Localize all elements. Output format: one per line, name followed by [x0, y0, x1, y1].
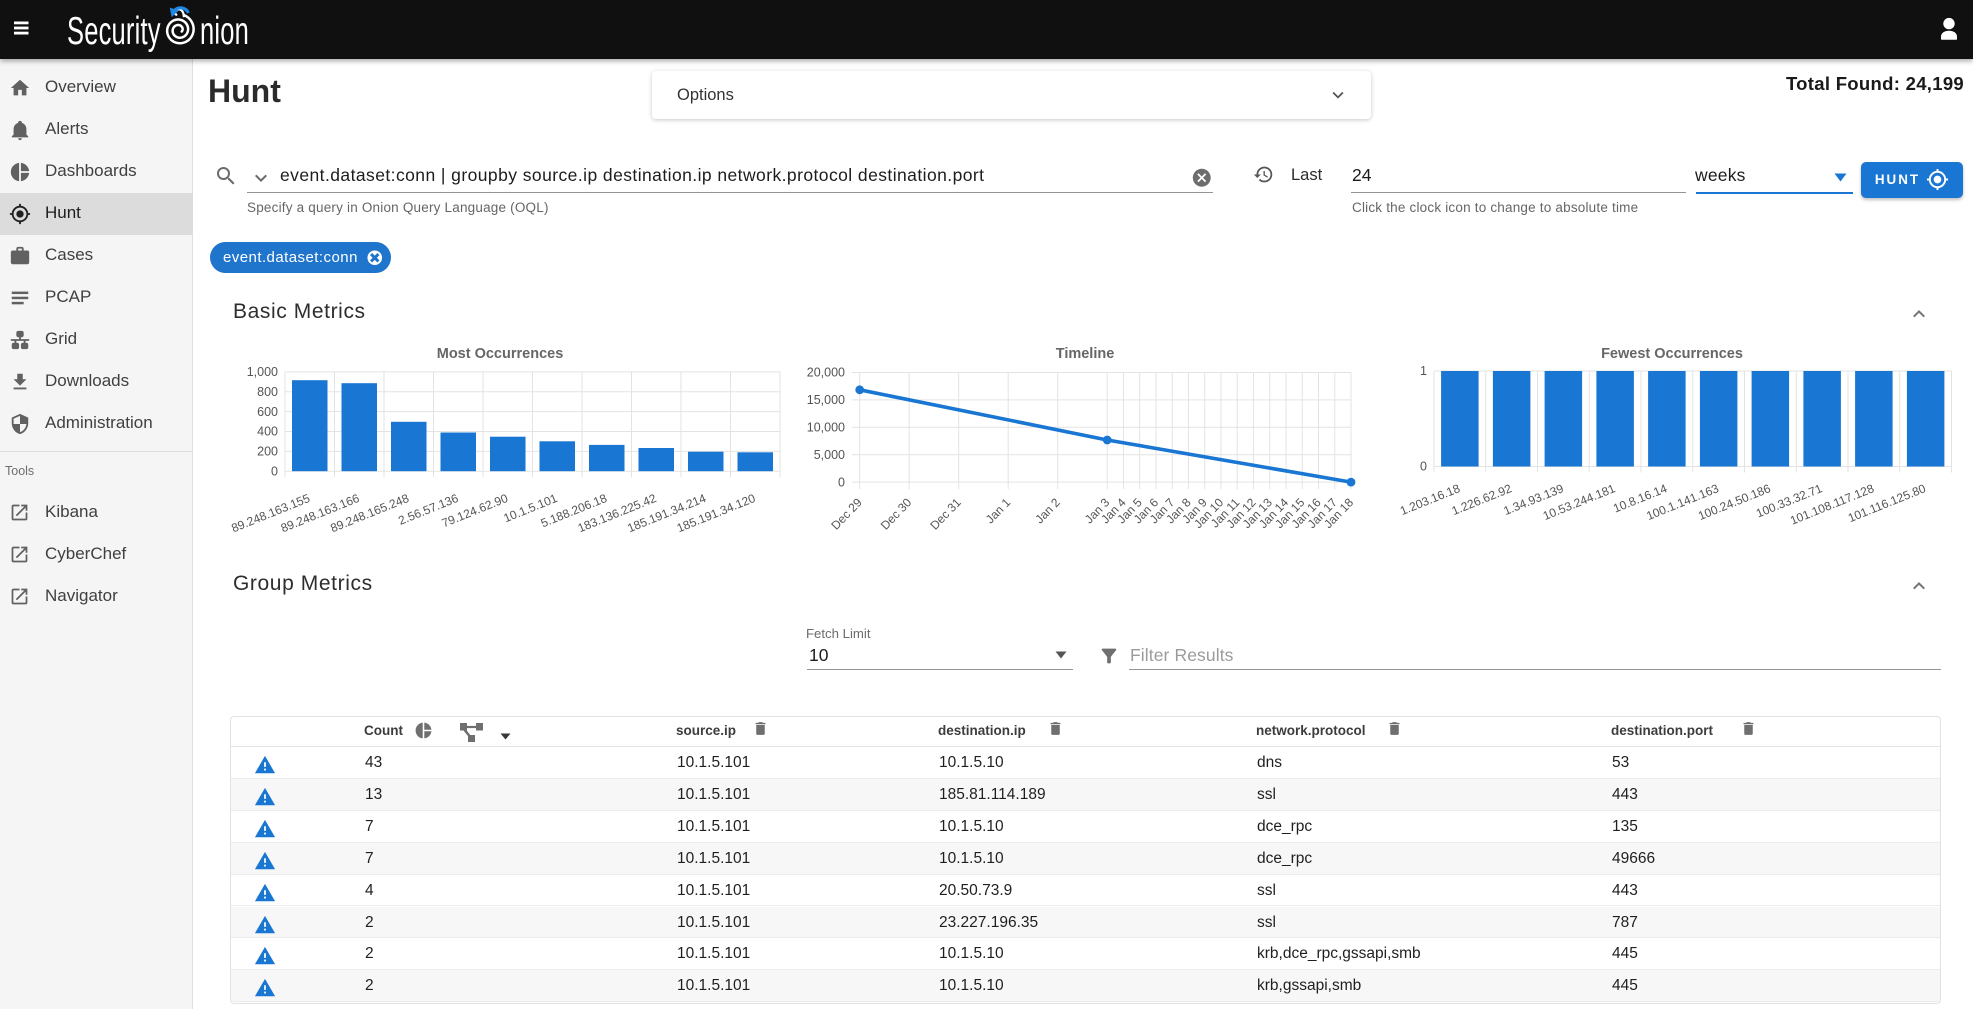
svg-text:Jan 2: Jan 2	[1032, 495, 1063, 526]
svg-text:1: 1	[1420, 364, 1427, 378]
svg-text:800: 800	[257, 385, 278, 399]
svg-text:1,000: 1,000	[247, 365, 278, 379]
svg-text:400: 400	[257, 425, 278, 439]
svg-text:Fewest Occurrences: Fewest Occurrences	[1601, 346, 1743, 362]
svg-text:Dec 30: Dec 30	[878, 495, 915, 532]
svg-text:5,000: 5,000	[814, 448, 845, 462]
svg-text:0: 0	[1420, 460, 1427, 474]
svg-text:Timeline: Timeline	[1056, 346, 1115, 362]
svg-text:10,000: 10,000	[807, 421, 845, 435]
svg-text:0: 0	[271, 464, 278, 478]
svg-text:20,000: 20,000	[807, 366, 845, 380]
svg-text:200: 200	[257, 445, 278, 459]
svg-text:Jan 1: Jan 1	[983, 495, 1014, 526]
svg-text:0: 0	[838, 475, 845, 489]
svg-text:Dec 29: Dec 29	[828, 495, 865, 532]
svg-text:600: 600	[257, 405, 278, 419]
svg-text:Most Occurrences: Most Occurrences	[437, 346, 564, 362]
svg-text:Dec 31: Dec 31	[927, 495, 964, 532]
svg-text:15,000: 15,000	[807, 393, 845, 407]
